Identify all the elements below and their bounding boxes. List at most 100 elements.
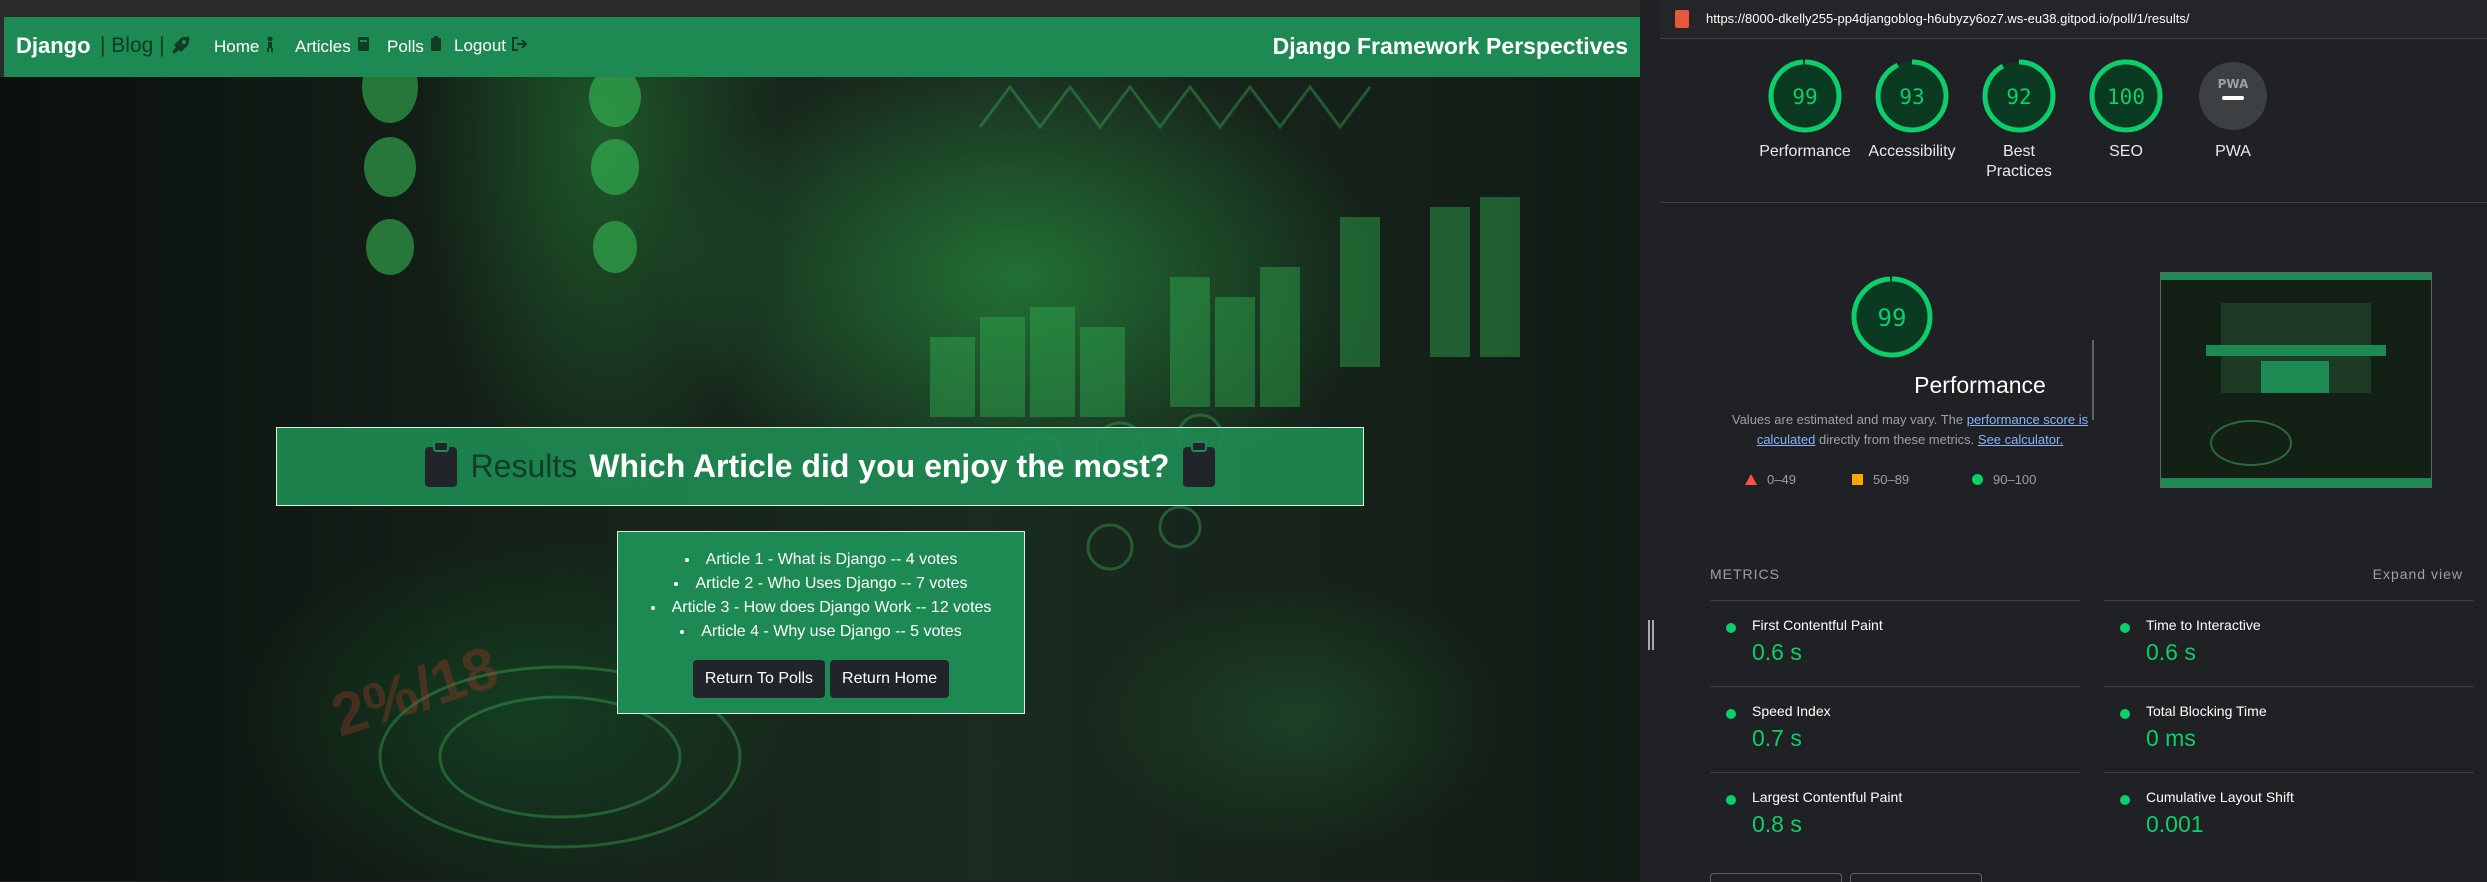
metric-name: Total Blocking Time [2146, 703, 2267, 719]
legend-average: 50–89 [1852, 472, 1909, 487]
triangle-icon [1745, 474, 1757, 485]
gauge-best-practices[interactable]: 92 Best Practices [1964, 58, 2074, 182]
gauge-score: 100 [2107, 85, 2145, 109]
metric-value: 0.6 s [2146, 639, 2196, 665]
nav-polls-label: Polls [387, 36, 424, 56]
nav-logout[interactable]: Logout [454, 36, 528, 56]
metric-name: First Contentful Paint [1752, 617, 1883, 633]
metric-time-to-interactive: Time to Interactive 0.6 s [2104, 600, 2474, 687]
circle-icon [1972, 474, 1983, 485]
metric-speed-index: Speed Index 0.7 s [1710, 686, 2080, 773]
expand-view-toggle[interactable]: Expand view [2373, 566, 2463, 582]
rocket-icon [169, 35, 191, 59]
list-item: Article 2 - Who Uses Django -- 7 votes [618, 572, 1024, 596]
svg-text:2%/18: 2%/18 [323, 633, 506, 749]
return-to-polls-button[interactable]: Return To Polls [692, 660, 826, 698]
legend-range: 90–100 [1993, 472, 2037, 487]
legend-fail: 0–49 [1745, 472, 1796, 487]
metric-value: 0.001 [2146, 811, 2204, 837]
pwa-dash-icon [2222, 96, 2244, 100]
nav-polls[interactable]: Polls [387, 36, 442, 57]
gauge-score: 92 [2006, 85, 2031, 109]
nav-home-label: Home [214, 36, 260, 56]
book-icon [357, 36, 370, 57]
metric-name: Largest Contentful Paint [1752, 789, 1903, 805]
results-banner: Results Which Article did you enjoy the … [276, 427, 1364, 506]
metric-largest-contentful-paint: Largest Contentful Paint 0.8 s [1710, 772, 2080, 859]
gauge-seo[interactable]: 100 SEO [2071, 58, 2181, 162]
gauge-ring: 92 [1982, 59, 2056, 133]
performance-note: Values are estimated and may vary. The p… [1720, 410, 2100, 450]
nav-articles[interactable]: Articles [295, 36, 370, 57]
metric-value: 0.7 s [1752, 725, 1802, 751]
pass-dot-icon [2120, 709, 2130, 719]
gauge-ring: PWA [2199, 62, 2267, 130]
clipboard-icon [430, 36, 442, 57]
see-calculator-link[interactable]: See calculator. [1978, 432, 2063, 447]
legend-pass: 90–100 [1972, 472, 2036, 487]
gauge-performance[interactable]: 99 Performance [1750, 58, 1860, 162]
metric-first-contentful-paint: First Contentful Paint 0.6 s [1710, 600, 2080, 687]
browser-top-strip [0, 0, 1648, 17]
legend-range: 50–89 [1873, 472, 1910, 487]
metric-value: 0.8 s [1752, 811, 1802, 837]
person-icon [265, 36, 275, 57]
metric-cumulative-layout-shift: Cumulative Layout Shift 0.001 [2104, 772, 2474, 859]
report-url-bar: https://8000-dkelly255-pp4djangoblog-h6u… [1660, 0, 2487, 39]
brand-logo[interactable]: Django [16, 33, 91, 59]
pass-dot-icon [2120, 795, 2130, 805]
nav-home[interactable]: Home [214, 36, 275, 57]
results-list: Article 1 - What is Django -- 4 votes Ar… [618, 548, 1024, 644]
list-item: Article 3 - How does Django Work -- 12 v… [618, 596, 1024, 620]
nav-articles-label: Articles [295, 36, 351, 56]
metric-value: 0.6 s [1752, 639, 1802, 665]
note-text: directly from these metrics. [1815, 432, 1978, 447]
thumbnail-image [2161, 273, 2431, 487]
square-icon [1852, 474, 1863, 485]
site-title[interactable]: Django Framework Perspectives [1273, 33, 1628, 60]
divider-line [2092, 340, 2094, 420]
gauge-score: 93 [1899, 85, 1924, 109]
metric-name: Speed Index [1752, 703, 1831, 719]
site-viewport: 2%/18 Django | Blog | Home Articles Poll… [0, 17, 1640, 881]
gauge-ring: 100 [2089, 59, 2163, 133]
gauge-label: Best Practices [1986, 143, 2052, 180]
results-label: Results [470, 448, 578, 484]
gauge-ring: 93 [1875, 59, 1949, 133]
gauge-label: Performance [1759, 143, 1851, 160]
metric-value: 0 ms [2146, 725, 2196, 751]
metrics-heading: METRICS [1710, 566, 1780, 582]
lighthouse-icon [1675, 10, 1689, 28]
gauge-label: Accessibility [1868, 143, 1956, 160]
report-url[interactable]: https://8000-dkelly255-pp4djangoblog-h6u… [1706, 11, 2189, 26]
results-box: Article 1 - What is Django -- 4 votes Ar… [617, 531, 1025, 714]
nav-logout-label: Logout [454, 36, 506, 55]
poll-question: Which Article did you enjoy the most? [589, 448, 1170, 484]
return-home-button[interactable]: Return Home [830, 660, 950, 698]
gauge-label: SEO [2109, 143, 2143, 160]
panel-divider [1640, 0, 1660, 881]
gauge-accessibility[interactable]: 93 Accessibility [1857, 58, 1967, 162]
navbar: Django | Blog | Home Articles Polls Logo… [0, 17, 1640, 77]
button-row: Return To Polls Return Home [618, 660, 1024, 698]
section-separator [1660, 202, 2487, 203]
list-item: Article 4 - Why use Django -- 5 votes [618, 620, 1024, 644]
resize-handle[interactable] [1648, 620, 1654, 650]
gauge-pwa[interactable]: PWA PWA [2178, 58, 2288, 162]
pass-dot-icon [1726, 623, 1736, 633]
metric-name: Cumulative Layout Shift [2146, 789, 2294, 805]
note-text: Values are estimated and may vary. The [1731, 412, 1967, 427]
logout-icon [512, 36, 528, 56]
clipboard-icon [423, 440, 459, 493]
legend-range: 0–49 [1767, 472, 1796, 487]
page-screenshot-thumbnail[interactable] [2160, 272, 2432, 488]
pass-dot-icon [1726, 795, 1736, 805]
metric-total-blocking-time: Total Blocking Time 0 ms [2104, 686, 2474, 773]
brand-subtitle: | Blog | [100, 34, 165, 57]
pass-dot-icon [2120, 623, 2130, 633]
pwa-badge-text: PWA [2218, 77, 2249, 91]
performance-gauge[interactable]: 99 [1850, 275, 1934, 359]
gauge-label: PWA [2215, 143, 2251, 160]
performance-score: 99 [1878, 304, 1907, 332]
list-item: Article 1 - What is Django -- 4 votes [618, 548, 1024, 572]
